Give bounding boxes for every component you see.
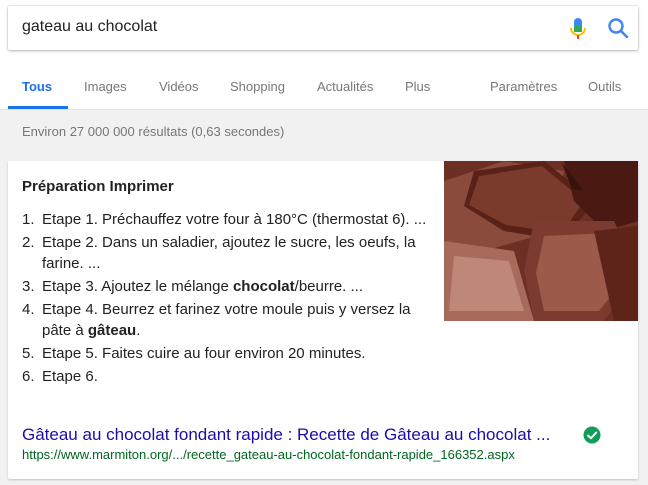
- tab-videos[interactable]: Vidéos: [159, 79, 199, 94]
- tab-actualites[interactable]: Actualités: [317, 79, 373, 94]
- step-text: Etape 1. Préchauffez votre four à 180°C …: [42, 211, 427, 228]
- tab-plus[interactable]: Plus: [405, 79, 430, 94]
- step-number: 4.: [22, 301, 35, 318]
- step-number: 6.: [22, 368, 35, 385]
- list-item: 5. Etape 5. Faites cuire au four environ…: [22, 343, 432, 364]
- step-number: 1.: [22, 211, 35, 228]
- step-text-part: .: [136, 322, 141, 339]
- step-text-part: /beurre. ...: [294, 278, 364, 295]
- featured-snippet: Préparation Imprimer 1. Etape 1. Préchau…: [8, 161, 638, 479]
- step-text: Etape 6.: [42, 368, 98, 385]
- list-item: 6. Etape 6.: [22, 366, 432, 387]
- step-text-bold: gâteau: [87, 322, 137, 339]
- result-stats: Environ 27 000 000 résultats (0,63 secon…: [22, 124, 285, 139]
- step-text: Etape 2. Dans un saladier, ajoutez le su…: [42, 234, 416, 272]
- list-item: 2. Etape 2. Dans un saladier, ajoutez le…: [22, 232, 432, 274]
- search-box[interactable]: gateau au chocolat: [8, 6, 638, 50]
- tab-outils[interactable]: Outils: [588, 79, 621, 94]
- step-number: 5.: [22, 345, 35, 362]
- list-item: 3. Etape 3. Ajoutez le mélange chocolat/…: [22, 276, 432, 297]
- microphone-icon[interactable]: [568, 17, 588, 41]
- search-tabs: Tous Images Vidéos Shopping Actualités P…: [0, 76, 648, 110]
- step-text: Etape 4. Beurrez et farinez votre moule …: [42, 299, 432, 341]
- result-title-link[interactable]: Gâteau au chocolat fondant rapide : Rece…: [22, 425, 550, 445]
- recipe-thumbnail[interactable]: [444, 161, 638, 321]
- snippet-heading: Préparation Imprimer: [22, 178, 174, 195]
- step-text: Etape 5. Faites cuire au four environ 20…: [42, 345, 366, 362]
- list-item: 1. Etape 1. Préchauffez votre four à 180…: [22, 209, 432, 230]
- tab-shopping[interactable]: Shopping: [230, 79, 285, 94]
- header: gateau au chocolat Tous Images Vidéos Sh…: [0, 0, 648, 110]
- tab-parametres[interactable]: Paramètres: [490, 79, 557, 94]
- result-url[interactable]: https://www.marmiton.org/.../recette_gat…: [22, 447, 515, 462]
- list-item: 4. Etape 4. Beurrez et farinez votre mou…: [22, 299, 432, 341]
- search-icon[interactable]: [606, 16, 630, 40]
- tab-tous[interactable]: Tous: [22, 79, 52, 94]
- active-tab-indicator: [8, 106, 68, 109]
- step-text: Etape 3. Ajoutez le mélange chocolat/beu…: [42, 276, 432, 297]
- tab-images[interactable]: Images: [84, 79, 127, 94]
- steps-list: 1. Etape 1. Préchauffez votre four à 180…: [22, 209, 432, 389]
- verified-check-icon: [583, 426, 601, 444]
- step-text-part: Etape 3. Ajoutez le mélange: [42, 278, 233, 295]
- step-number: 3.: [22, 278, 35, 295]
- search-input[interactable]: gateau au chocolat: [22, 18, 157, 36]
- step-number: 2.: [22, 234, 35, 251]
- step-text-bold: chocolat: [232, 278, 295, 295]
